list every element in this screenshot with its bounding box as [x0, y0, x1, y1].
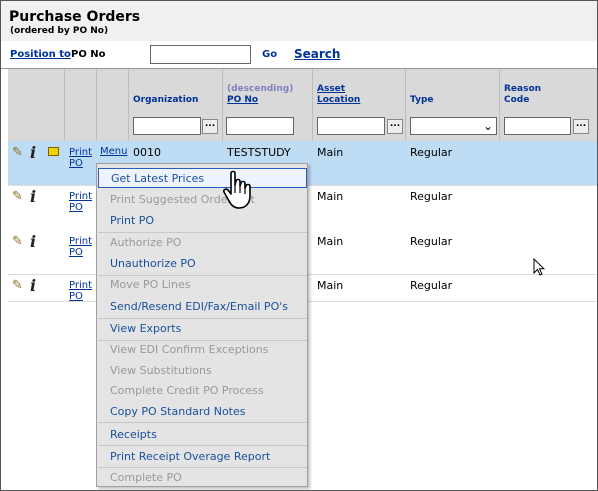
column-divider [128, 69, 129, 141]
type-cell: Regular [410, 235, 453, 248]
position-input[interactable] [150, 45, 251, 64]
print-po-link[interactable]: Print PO [69, 280, 92, 302]
menu-item-copy-po-standard-notes[interactable]: Copy PO Standard Notes [98, 402, 307, 422]
reason-code-filter[interactable] [504, 117, 571, 135]
sort-direction-label: (descending) [227, 84, 294, 94]
column-header-code[interactable]: Code [504, 95, 529, 106]
menu-item-complete-po[interactable]: Complete PO [98, 468, 307, 488]
menu-separator [98, 445, 307, 446]
info-icon[interactable]: i [30, 187, 36, 206]
info-icon[interactable]: i [30, 232, 36, 251]
asset-location-cell: Main [317, 190, 344, 203]
po-label: PO [69, 202, 83, 213]
po-no-cell: TESTSTUDY [227, 146, 291, 159]
ellipsis-icon: ... [204, 119, 216, 129]
po-label: PO [69, 158, 83, 169]
po-no-filter[interactable] [226, 117, 294, 135]
type-cell: Regular [410, 279, 453, 292]
print-label: Print [69, 236, 93, 247]
pencil-icon[interactable]: ✎ [12, 145, 23, 160]
type-cell: Regular [410, 146, 453, 159]
asset-location-filter[interactable] [317, 117, 385, 135]
menu-item-view-edi-confirm-exceptions[interactable]: View EDI Confirm Exceptions [98, 340, 307, 360]
reason-lookup-button[interactable]: ... [573, 119, 589, 134]
column-header-type[interactable]: Type [410, 95, 433, 106]
type-cell: Regular [410, 190, 453, 203]
chevron-down-icon: ⌄ [482, 119, 493, 133]
print-po-link[interactable]: Print PO [69, 191, 92, 213]
ellipsis-icon: ... [575, 119, 587, 129]
menu-item-send-resend-edi[interactable]: Send/Resend EDI/Fax/Email PO's [98, 297, 307, 317]
info-icon[interactable]: i [30, 143, 36, 162]
column-header-location[interactable]: Location [317, 95, 360, 106]
column-divider [222, 69, 223, 141]
position-field-label: PO No [71, 49, 106, 60]
asset-location-cell: Main [317, 146, 344, 159]
info-icon[interactable]: i [30, 276, 36, 295]
search-link[interactable]: Search [294, 47, 340, 61]
pencil-icon[interactable]: ✎ [12, 234, 23, 249]
organization-lookup-button[interactable]: ... [202, 119, 218, 134]
type-filter-select[interactable]: ⌄ [410, 117, 497, 135]
column-header-po-no-sort: (descending) [227, 84, 293, 95]
pencil-icon[interactable]: ✎ [12, 189, 23, 204]
row-menu-link[interactable]: Menu [100, 146, 127, 157]
print-label: Print [69, 147, 93, 158]
page-title: Purchase Orders [9, 9, 141, 25]
arrow-cursor-icon [533, 258, 545, 276]
asset-lookup-button[interactable]: ... [387, 119, 403, 134]
menu-item-print-po[interactable]: Print PO [98, 211, 307, 231]
position-to-link[interactable]: Position to [10, 49, 71, 60]
page-subtitle: (ordered by PO No) [10, 26, 109, 36]
menu-item-authorize-po[interactable]: Authorize PO [98, 233, 307, 253]
print-po-link[interactable]: Print PO [69, 147, 92, 169]
menu-item-view-exports[interactable]: View Exports [98, 319, 307, 339]
print-po-link[interactable]: Print PO [69, 236, 92, 258]
ellipsis-icon: ... [389, 119, 401, 129]
column-header-organization[interactable]: Organization [133, 95, 198, 106]
po-label: PO [69, 291, 83, 302]
menu-item-unauthorize-po[interactable]: Unauthorize PO [98, 254, 307, 274]
menu-item-print-suggested-order-list[interactable]: Print Suggested Order List [98, 190, 307, 210]
menu-item-print-receipt-overage-report[interactable]: Print Receipt Overage Report [98, 447, 307, 467]
menu-item-get-latest-prices[interactable]: Get Latest Prices [98, 168, 307, 188]
menu-item-view-substitutions[interactable]: View Substitutions [98, 361, 307, 381]
menu-item-move-po-lines[interactable]: Move PO Lines [98, 275, 307, 295]
column-header-reason[interactable]: Reason [504, 84, 541, 95]
hand-cursor-icon [223, 170, 251, 209]
asset-location-cell: Main [317, 235, 344, 248]
column-header-asset[interactable]: Asset [317, 84, 345, 95]
note-icon[interactable] [48, 147, 59, 156]
menu-item-complete-credit-po-process[interactable]: Complete Credit PO Process [98, 381, 307, 401]
menu-item-receipts[interactable]: Receipts [98, 425, 307, 445]
go-button[interactable]: Go [262, 49, 277, 60]
organization-cell: 0010 [133, 146, 161, 159]
pencil-icon[interactable]: ✎ [12, 278, 23, 293]
organization-filter[interactable] [133, 117, 201, 135]
po-label: PO [69, 247, 83, 258]
column-header-po-no[interactable]: PO No [227, 95, 258, 106]
menu-separator [98, 422, 307, 423]
print-label: Print [69, 191, 93, 202]
row-context-menu: Get Latest Prices Print Suggested Order … [96, 163, 308, 487]
asset-location-cell: Main [317, 279, 344, 292]
print-label: Print [69, 280, 93, 291]
